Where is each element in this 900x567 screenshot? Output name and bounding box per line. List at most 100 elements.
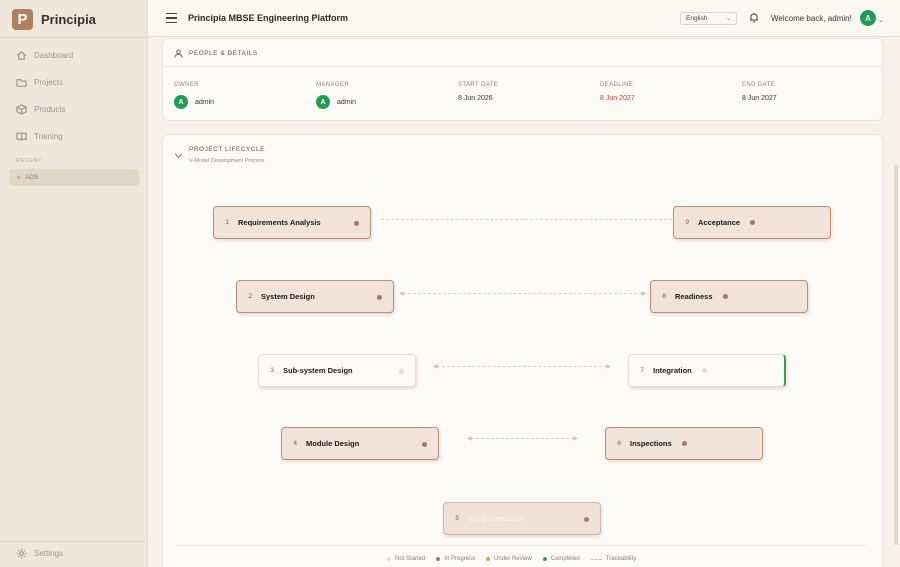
node-label: Requirements Analysis xyxy=(238,218,321,227)
field-label: DEADLINE xyxy=(600,82,634,88)
sidebar-bottom-divider xyxy=(0,541,148,542)
arrow-right-icon: ▶ xyxy=(606,364,611,370)
settings-label: Settings xyxy=(34,549,63,558)
legend-completed: Completed xyxy=(542,556,580,562)
status-dot xyxy=(422,442,427,447)
sidebar-item-label: Training xyxy=(34,132,63,141)
manager-field: MANAGER A admin xyxy=(316,82,356,109)
node-label: Integration xyxy=(653,366,692,375)
card-divider xyxy=(163,66,882,67)
arrow-right-icon: ▶ xyxy=(573,436,578,442)
lifecycle-subtitle: V-Model Development Process xyxy=(189,158,265,164)
owner-avatar: A xyxy=(174,95,188,109)
vmodel-node-9[interactable]: 9 Acceptance xyxy=(673,206,831,239)
vmodel-node-7[interactable]: 7 Integration xyxy=(628,354,786,387)
book-icon xyxy=(16,132,27,141)
vmodel-node-8[interactable]: 8 Readiness xyxy=(650,280,808,313)
status-dot xyxy=(701,368,707,373)
legend-line xyxy=(590,558,602,560)
legend-dot xyxy=(436,557,441,561)
gear-icon xyxy=(16,548,27,559)
node-number: 4 xyxy=(293,440,297,447)
sidebar-item-settings[interactable]: Settings xyxy=(16,548,63,559)
legend-label: Under Review xyxy=(494,556,532,562)
lifecycle-header[interactable]: PROJECT LIFECYCLE V-Model Development Pr… xyxy=(174,146,265,164)
app-title: Principia MBSE Engineering Platform xyxy=(188,13,349,23)
user-avatar[interactable]: A xyxy=(860,10,876,26)
node-number: 9 xyxy=(685,219,689,226)
recent-item-ads[interactable]: ADS xyxy=(9,169,139,186)
welcome-text: Welcome back, admin! xyxy=(771,14,852,23)
vmodel-node-3[interactable]: 3 Sub-system Design xyxy=(258,354,416,387)
traceability-link-1-9 xyxy=(381,219,672,220)
legend-dot xyxy=(542,557,547,561)
chevron-down-icon[interactable] xyxy=(174,151,183,160)
legend-under-review: Under Review xyxy=(486,556,532,562)
page-scrollbar[interactable] xyxy=(894,165,898,545)
language-select[interactable]: English ⌄ xyxy=(680,12,737,25)
legend-divider xyxy=(177,545,865,546)
status-dot xyxy=(377,295,382,300)
top-header: Principia MBSE Engineering Platform Engl… xyxy=(148,0,900,37)
people-details-card: PEOPLE & DETAILS OWNER A admin MANAGER A… xyxy=(162,38,883,121)
lifecycle-title: PROJECT LIFECYCLE xyxy=(189,146,265,153)
field-label: OWNER xyxy=(174,82,199,88)
start-date-value: 8 Jun 2026 xyxy=(458,95,493,102)
brand[interactable]: P Principia xyxy=(12,8,96,30)
vmodel-node-5[interactable]: 5 Implementation xyxy=(443,502,601,535)
node-number: 3 xyxy=(270,367,274,374)
node-label: Acceptance xyxy=(698,218,741,227)
sidebar-item-label: Projects xyxy=(34,78,63,87)
brand-logo: P xyxy=(12,8,33,30)
status-dot xyxy=(354,221,359,226)
vmodel-node-1[interactable]: 1 Requirements Analysis xyxy=(213,206,371,239)
legend-in-progress: In Progress xyxy=(436,556,475,562)
lifecycle-legend: Not Started In Progress Under Review Com… xyxy=(387,556,647,562)
node-number: 1 xyxy=(225,219,229,226)
deadline-field: DEADLINE 8 Jun 2027 xyxy=(600,82,635,102)
folder-icon xyxy=(16,79,27,87)
legend-label: Not Started xyxy=(395,556,426,562)
sidebar-item-dashboard[interactable]: Dashboard xyxy=(16,50,73,61)
owner-field: OWNER A admin xyxy=(174,82,214,109)
start-date-field: START DATE 8 Jun 2026 xyxy=(458,82,498,102)
node-label: Implementation xyxy=(468,514,524,523)
chevron-down-icon: ⌄ xyxy=(725,16,731,22)
node-label: Sub-system Design xyxy=(283,366,353,375)
field-value: A admin xyxy=(316,95,356,109)
node-label: Module Design xyxy=(306,439,360,448)
node-label: Inspections xyxy=(630,439,672,448)
arrow-left-icon: ◀ xyxy=(399,291,404,297)
node-number: 5 xyxy=(455,515,459,522)
legend-label: Completed xyxy=(550,556,580,562)
language-value: English xyxy=(686,15,708,22)
recent-label: RECENT xyxy=(16,158,43,164)
sidebar-item-training[interactable]: Training xyxy=(16,131,63,142)
home-icon xyxy=(16,51,27,60)
arrow-left-icon: ◀ xyxy=(467,436,472,442)
status-dot xyxy=(584,517,589,522)
traceability-link-2-8: ◀ ▶ xyxy=(399,291,646,297)
menu-icon[interactable] xyxy=(166,13,177,23)
chevron-down-icon[interactable]: ⌄ xyxy=(878,16,884,24)
status-dot xyxy=(722,294,728,299)
deadline-value: 8 Jun 2027 xyxy=(600,95,635,102)
node-number: 8 xyxy=(662,293,666,300)
bell-icon[interactable] xyxy=(749,12,759,23)
node-number: 2 xyxy=(248,293,252,300)
sidebar-item-projects[interactable]: Projects xyxy=(16,77,63,88)
vmodel-node-6[interactable]: 6 Inspections xyxy=(605,427,763,460)
status-dot xyxy=(399,369,404,374)
arrow-right-icon: ▶ xyxy=(641,291,646,297)
sidebar: P Principia Dashboard Projects Products … xyxy=(0,0,148,567)
arrow-left-icon: ◀ xyxy=(433,364,438,370)
end-date-field: END DATE 8 Jun 2027 xyxy=(742,82,777,102)
sidebar-item-products[interactable]: Products xyxy=(16,104,66,115)
field-label: MANAGER xyxy=(316,82,350,88)
legend-not-started: Not Started xyxy=(387,556,425,562)
vmodel-node-4[interactable]: 4 Module Design xyxy=(281,427,439,460)
vmodel-node-2[interactable]: 2 System Design xyxy=(236,280,394,313)
traceability-link-3-7: ◀ ▶ xyxy=(433,364,611,370)
manager-name: admin xyxy=(337,98,357,106)
box-icon xyxy=(16,104,27,115)
